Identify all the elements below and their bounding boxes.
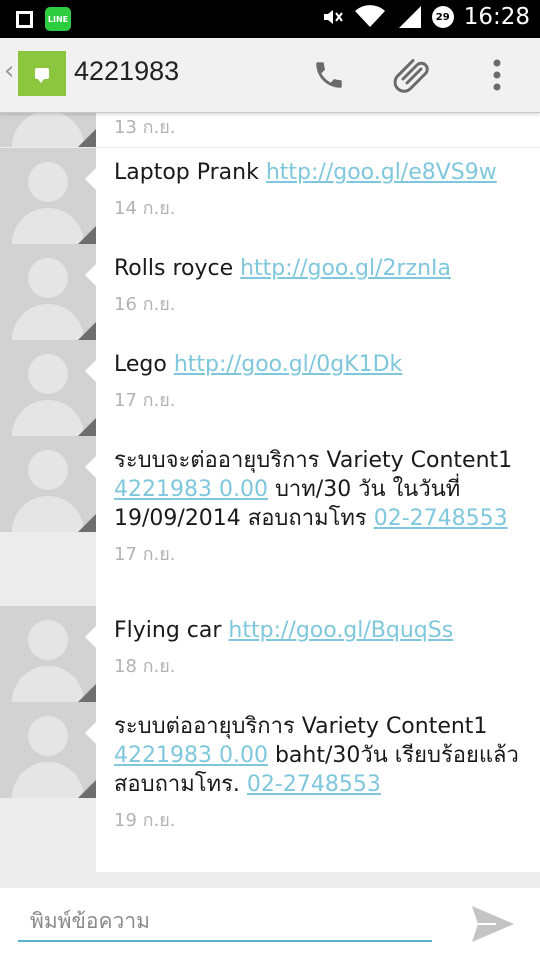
message-text: Rolls royce http://goo.gl/2rznIa <box>114 256 451 281</box>
contact-avatar <box>0 340 96 436</box>
attachment-icon[interactable] <box>390 52 436 98</box>
message-link[interactable]: http://goo.gl/0gK1Dk <box>174 352 402 377</box>
message-bubble[interactable]: ระบบจะต่ออายุบริการ Variety Content1 422… <box>85 436 540 606</box>
message-bubble[interactable]: Flying car http://goo.gl/BquqSs 18 ก.ย. <box>85 606 540 702</box>
message-date: 18 ก.ย. <box>114 656 176 677</box>
status-bar: LINE 29 16:28 <box>0 0 540 38</box>
message-bubble[interactable]: 13 ก.ย. <box>96 113 540 147</box>
overflow-menu-icon[interactable] <box>474 52 520 98</box>
phone-icon[interactable] <box>306 52 352 98</box>
message-item[interactable]: Lego http://goo.gl/0gK1Dk 17 ก.ย. <box>0 340 540 436</box>
messaging-app-icon[interactable] <box>18 51 66 96</box>
contact-avatar <box>0 113 96 147</box>
send-icon[interactable] <box>470 902 516 946</box>
signal-icon <box>398 6 421 28</box>
mute-icon <box>323 10 343 24</box>
message-date: 17 ก.ย. <box>114 390 176 411</box>
contact-avatar <box>0 606 96 702</box>
contact-avatar <box>0 244 96 340</box>
message-bubble[interactable]: Lego http://goo.gl/0gK1Dk 17 ก.ย. <box>85 340 540 436</box>
contact-avatar <box>0 702 96 798</box>
message-link[interactable]: http://goo.gl/2rznIa <box>240 256 451 281</box>
stop-icon <box>16 10 33 28</box>
message-input[interactable] <box>18 902 432 942</box>
message-bubble[interactable]: ระบบต่ออายุบริการ Variety Content1 42219… <box>85 702 540 872</box>
message-date: 14 ก.ย. <box>114 198 176 219</box>
conversation-header: ‹ 4221983 <box>0 38 540 113</box>
message-link[interactable]: 4221983 0.00 <box>114 477 268 502</box>
message-link[interactable]: http://goo.gl/e8VS9w <box>266 160 497 185</box>
status-time: 16:28 <box>463 4 530 30</box>
compose-bar <box>0 888 540 960</box>
message-item[interactable]: 13 ก.ย. <box>0 113 540 147</box>
contact-title: 4221983 <box>74 56 180 86</box>
message-item[interactable]: ระบบต่ออายุบริการ Variety Content1 42219… <box>0 702 540 872</box>
message-date: 19 ก.ย. <box>114 810 176 831</box>
message-bubble[interactable]: Rolls royce http://goo.gl/2rznIa 16 ก.ย. <box>85 244 540 340</box>
message-list[interactable]: 13 ก.ย. Laptop Prank http://goo.gl/e8VS9… <box>0 113 540 888</box>
message-text: ระบบจะต่ออายุบริการ Variety Content1 422… <box>114 448 513 531</box>
message-text: ระบบต่ออายุบริการ Variety Content1 42219… <box>114 714 519 797</box>
message-link[interactable]: http://goo.gl/BquqSs <box>228 618 453 643</box>
message-bubble[interactable]: Laptop Prank http://goo.gl/e8VS9w 14 ก.ย… <box>85 148 540 244</box>
line-app-icon: LINE <box>45 7 71 31</box>
message-item[interactable]: Laptop Prank http://goo.gl/e8VS9w 14 ก.ย… <box>0 148 540 244</box>
message-date: 16 ก.ย. <box>114 294 176 315</box>
contact-avatar <box>0 436 96 532</box>
contact-avatar <box>0 148 96 244</box>
message-item[interactable]: Flying car http://goo.gl/BquqSs 18 ก.ย. <box>0 606 540 702</box>
message-item[interactable]: Rolls royce http://goo.gl/2rznIa 16 ก.ย. <box>0 244 540 340</box>
message-text: Laptop Prank http://goo.gl/e8VS9w <box>114 160 497 185</box>
message-link[interactable]: 02-2748553 <box>247 772 381 797</box>
message-item[interactable]: ระบบจะต่ออายุบริการ Variety Content1 422… <box>0 436 540 606</box>
message-link[interactable]: 4221983 0.00 <box>114 743 268 768</box>
message-date: 17 ก.ย. <box>114 544 176 565</box>
message-date: 13 ก.ย. <box>114 117 176 138</box>
message-text: Flying car http://goo.gl/BquqSs <box>114 618 454 643</box>
message-link[interactable]: 02-2748553 <box>374 506 508 531</box>
wifi-icon <box>354 5 385 28</box>
notification-badge: 29 <box>431 6 454 28</box>
message-text: Lego http://goo.gl/0gK1Dk <box>114 352 403 377</box>
back-chevron-icon[interactable]: ‹ <box>4 56 14 86</box>
